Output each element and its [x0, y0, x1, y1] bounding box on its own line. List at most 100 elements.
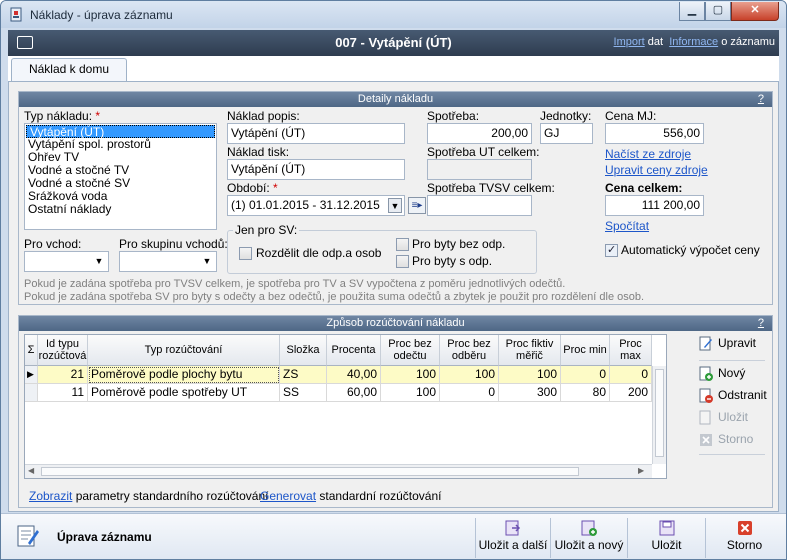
note-tvsv: Pokud je zadána spotřeba pro TVSV celkem… — [24, 278, 566, 290]
save-and-new-button[interactable]: Uložit a nový — [550, 518, 627, 558]
tvsv-total-label: Spotřeba TVSV celkem: — [427, 181, 555, 195]
column-header[interactable]: Proc max — [610, 335, 652, 366]
table-row[interactable]: 11 Poměrově podle spotřeby UT SS 60,00 1… — [25, 384, 666, 402]
no-meter-checkbox[interactable] — [396, 238, 409, 251]
unit-label: Jednotky: — [540, 109, 592, 123]
window-title: Náklady - úprava záznamu — [30, 8, 173, 22]
save-icon — [659, 520, 674, 536]
show-params-link[interactable]: Zobrazit — [29, 489, 72, 503]
cell-pct: 40,00 — [327, 366, 381, 384]
cell-no-use: 100 — [440, 366, 499, 384]
column-header[interactable]: Proc fiktiv měřič — [499, 335, 561, 366]
save-icon — [699, 410, 711, 425]
edit-row-button[interactable]: Upravit — [699, 336, 756, 351]
vertical-scrollbar[interactable] — [652, 366, 666, 464]
divider — [699, 360, 765, 361]
save-row-button[interactable]: Uložit — [699, 410, 748, 425]
distribution-table[interactable]: Σ Id typu rozúčtová Typ rozúčtování Slož… — [24, 334, 667, 479]
entry-select[interactable]: ▼ — [24, 251, 109, 272]
table-row[interactable]: ▶ 21 Poměrově podle plochy bytu ZS 40,00… — [25, 366, 666, 384]
column-header[interactable]: Procenta — [327, 335, 381, 366]
delete-row-button[interactable]: Odstranit — [699, 388, 767, 404]
import-text: dat — [647, 36, 664, 48]
desc-input[interactable]: Vytápění (ÚT) — [227, 123, 405, 144]
horizontal-scrollbar[interactable]: ◀ ▶ — [25, 464, 652, 478]
column-header[interactable]: Proc bez odběru — [440, 335, 499, 366]
cancel-row-button[interactable]: Storno — [699, 432, 753, 447]
show-params-row: Zobrazit parametry standardního rozúčtov… — [29, 489, 268, 503]
type-label: Typ nákladu: * — [24, 109, 100, 123]
column-header[interactable]: Σ — [25, 335, 38, 366]
info-link[interactable]: Informace — [669, 36, 718, 48]
cell-part: ZS — [280, 366, 327, 384]
details-header: Detaily nákladu? — [19, 92, 772, 107]
with-meter-checkbox[interactable] — [396, 255, 409, 268]
new-row-button[interactable]: Nový — [699, 366, 745, 382]
import-link[interactable]: Import — [614, 36, 645, 48]
save-and-next-button[interactable]: Uložit a další — [475, 518, 550, 558]
entry-label: Pro vchod: — [24, 237, 82, 251]
split-checkbox[interactable] — [239, 247, 252, 260]
cancel-icon — [700, 434, 712, 447]
cell-type: Poměrově podle spotřeby UT — [88, 384, 280, 402]
desc-label: Náklad popis: — [227, 109, 300, 123]
app-icon — [10, 7, 22, 22]
divider — [699, 454, 765, 455]
column-header[interactable]: Proc bez odečtu — [381, 335, 440, 366]
list-item[interactable]: Ostatní náklady — [25, 203, 216, 216]
entry-group-select[interactable]: ▼ — [119, 251, 217, 272]
with-meter-label: Pro byty s odp. — [412, 254, 493, 268]
cancel-icon — [737, 521, 752, 535]
column-header[interactable]: Proc min — [561, 335, 610, 366]
cell-min: 80 — [561, 384, 610, 402]
unit-input[interactable]: GJ — [540, 123, 593, 144]
period-label-text: Období: — [227, 181, 270, 195]
save-new-icon — [581, 520, 597, 536]
tab-bar: Náklad k domu — [8, 56, 779, 81]
consumption-input[interactable]: 200,00 — [427, 123, 532, 144]
period-select[interactable]: (1) 01.01.2015 - 31.12.2015 ▼ — [227, 195, 405, 216]
maximize-button[interactable]: ▢ — [705, 2, 731, 21]
load-from-source-link[interactable]: Načíst ze zdroje — [605, 147, 691, 161]
total-input[interactable]: 111 200,00 — [605, 195, 704, 216]
note-sv: Pokud je zadána spotřeba SV pro byty s o… — [24, 291, 645, 303]
column-header[interactable]: Typ rozúčtování — [88, 335, 280, 366]
cell-no-use: 0 — [440, 384, 499, 402]
adjust-source-prices-link[interactable]: Upravit ceny zdroje — [605, 163, 708, 177]
cell-id: 11 — [38, 384, 88, 402]
minimize-button[interactable]: ▁ — [679, 2, 705, 21]
cell-min: 0 — [561, 366, 610, 384]
cost-type-list[interactable]: Vytápění (ÚT) Vytápění spol. prostorů Oh… — [24, 123, 217, 230]
scroll-left-icon[interactable]: ◀ — [28, 466, 34, 475]
split-label: Rozdělit dle odp.a osob — [256, 246, 382, 260]
details-help-link[interactable]: ? — [758, 92, 764, 107]
row-selector-icon[interactable]: ▶ — [25, 366, 38, 384]
ut-total-label: Spotřeba UT celkem: — [427, 145, 540, 159]
total-label: Cena celkem: — [605, 181, 683, 195]
delete-icon — [699, 388, 713, 404]
column-header[interactable]: Id typu rozúčtová — [38, 335, 88, 366]
details-group: Detaily nákladu? Typ nákladu: * Vytápění… — [18, 91, 773, 305]
generate-link[interactable]: Generovat — [260, 489, 316, 503]
row-selector[interactable] — [25, 384, 38, 402]
show-params-text: parametry standardního rozúčtování — [75, 489, 269, 503]
price-input[interactable]: 556,00 — [605, 123, 704, 144]
print-input[interactable]: Vytápění (ÚT) — [227, 159, 405, 180]
header-links: Import dat Informace o záznamu — [614, 36, 775, 48]
scroll-thumb[interactable] — [41, 467, 579, 476]
close-button[interactable]: ✕ — [731, 2, 779, 21]
auto-calc-checkbox[interactable] — [605, 243, 618, 257]
calculate-link[interactable]: Spočítat — [605, 219, 649, 233]
type-label-text: Typ nákladu: — [24, 109, 93, 123]
period-lookup-icon[interactable]: ≡▸ — [408, 197, 426, 214]
cancel-row-label: Storno — [718, 432, 754, 446]
tvsv-total-input[interactable] — [427, 195, 532, 216]
save-button[interactable]: Uložit — [627, 518, 705, 558]
scroll-right-icon[interactable]: ▶ — [638, 466, 644, 475]
save-label: Uložit — [651, 538, 682, 552]
tab-cost-to-house[interactable]: Náklad k domu — [11, 58, 127, 81]
scroll-thumb[interactable] — [655, 369, 664, 457]
distribution-help-link[interactable]: ? — [758, 316, 764, 331]
column-header[interactable]: Složka — [280, 335, 327, 366]
cancel-button[interactable]: Storno — [705, 518, 783, 558]
